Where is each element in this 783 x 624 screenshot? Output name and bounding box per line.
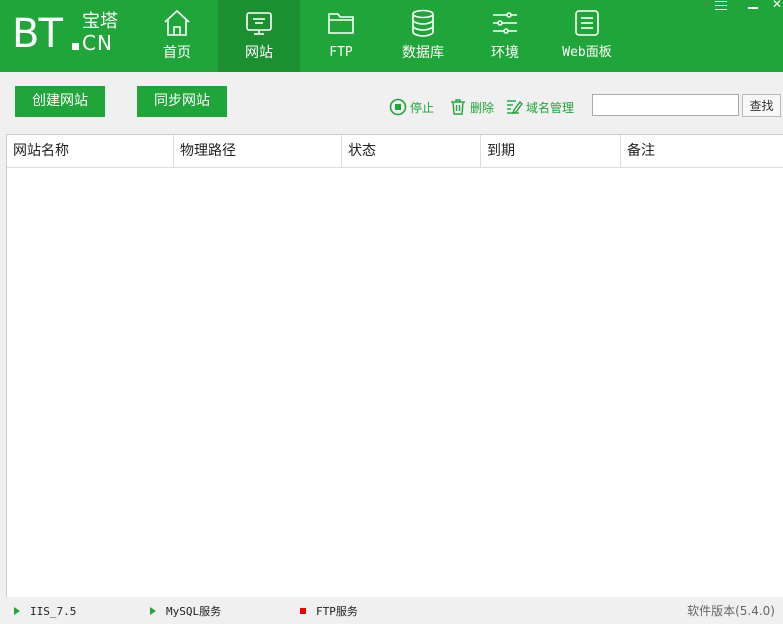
search-input[interactable] (592, 94, 739, 116)
stop-label: 停止 (410, 100, 435, 115)
sync-website-button[interactable]: 同步网站 (137, 86, 227, 117)
service-ftp[interactable]: FTP服务 (300, 604, 358, 618)
menu-icon[interactable] (709, 0, 739, 14)
nav-label-web-panel: Web面板 (562, 45, 612, 60)
nav-label-ftp: FTP (329, 45, 353, 60)
nav-item-database[interactable]: 数据库 (382, 0, 464, 72)
main-nav: 首页 网站 FTP 数据库 环境 Web面板 (136, 0, 628, 72)
edit-icon (507, 100, 523, 115)
column-header-status[interactable]: 状态 (342, 135, 481, 167)
search-button[interactable]: 查找 (742, 94, 781, 117)
nav-item-ftp[interactable]: FTP (300, 0, 382, 72)
version-label: 软件版本(5.4.0) (687, 604, 775, 618)
logo-cn-top: 宝塔 (82, 11, 118, 32)
logo-dot (72, 43, 79, 50)
nav-label-environment: 环境 (491, 45, 519, 61)
nav-item-home[interactable]: 首页 (136, 0, 218, 72)
stop-icon (389, 98, 407, 116)
create-website-button[interactable]: 创建网站 (15, 86, 105, 117)
running-icon (150, 607, 156, 615)
toolbar: 创建网站 同步网站 停止 删除 域名管理 查找 (0, 72, 783, 134)
stop-button[interactable]: 停止 (389, 97, 434, 117)
status-bar: IIS_7.5 MySQL服务 FTP服务 软件版本(5.4.0) (0, 598, 783, 624)
website-table: 网站名称 物理路径 状态 到期 备注 (6, 134, 783, 597)
trash-icon (451, 99, 465, 115)
monitor-icon (246, 12, 272, 35)
nav-item-environment[interactable]: 环境 (464, 0, 546, 72)
service-mysql-label: MySQL服务 (166, 605, 222, 618)
database-icon (412, 9, 434, 37)
window-controls: ✕ (709, 0, 783, 14)
nav-item-website[interactable]: 网站 (218, 0, 300, 72)
delete-label: 删除 (470, 100, 495, 115)
running-icon (14, 607, 20, 615)
column-header-expiry[interactable]: 到期 (481, 135, 621, 167)
sliders-icon (493, 12, 517, 34)
domain-manage-button[interactable]: 域名管理 (505, 97, 574, 117)
nav-label-database: 数据库 (402, 45, 444, 61)
service-mysql[interactable]: MySQL服务 (150, 604, 221, 618)
table-header: 网站名称 物理路径 状态 到期 备注 (7, 135, 783, 168)
minimize-icon[interactable] (739, 0, 769, 14)
nav-label-website: 网站 (245, 45, 273, 61)
service-iis[interactable]: IIS_7.5 (14, 604, 76, 618)
service-ftp-label: FTP服务 (316, 605, 358, 618)
stopped-icon (300, 608, 306, 614)
column-header-notes[interactable]: 备注 (621, 135, 783, 167)
folder-icon (328, 13, 354, 34)
bt-logo: BT 宝塔 CN (12, 8, 122, 58)
logo-cn-bottom: CN (82, 31, 113, 55)
column-header-site-name[interactable]: 网站名称 (7, 135, 174, 167)
service-iis-label: IIS_7.5 (30, 604, 77, 618)
column-header-path[interactable]: 物理路径 (174, 135, 342, 167)
delete-button[interactable]: 删除 (449, 97, 494, 117)
panel-icon (575, 10, 599, 36)
domain-manage-label: 域名管理 (526, 100, 575, 115)
nav-item-web-panel[interactable]: Web面板 (546, 0, 628, 72)
nav-label-home: 首页 (163, 45, 191, 61)
header-bar: BT 宝塔 CN 首页 网站 FTP 数据库 环境 Web面板 ✕ (0, 0, 783, 72)
close-icon[interactable]: ✕ (769, 0, 783, 14)
logo-bt: BT (12, 11, 63, 57)
home-icon (164, 9, 190, 36)
